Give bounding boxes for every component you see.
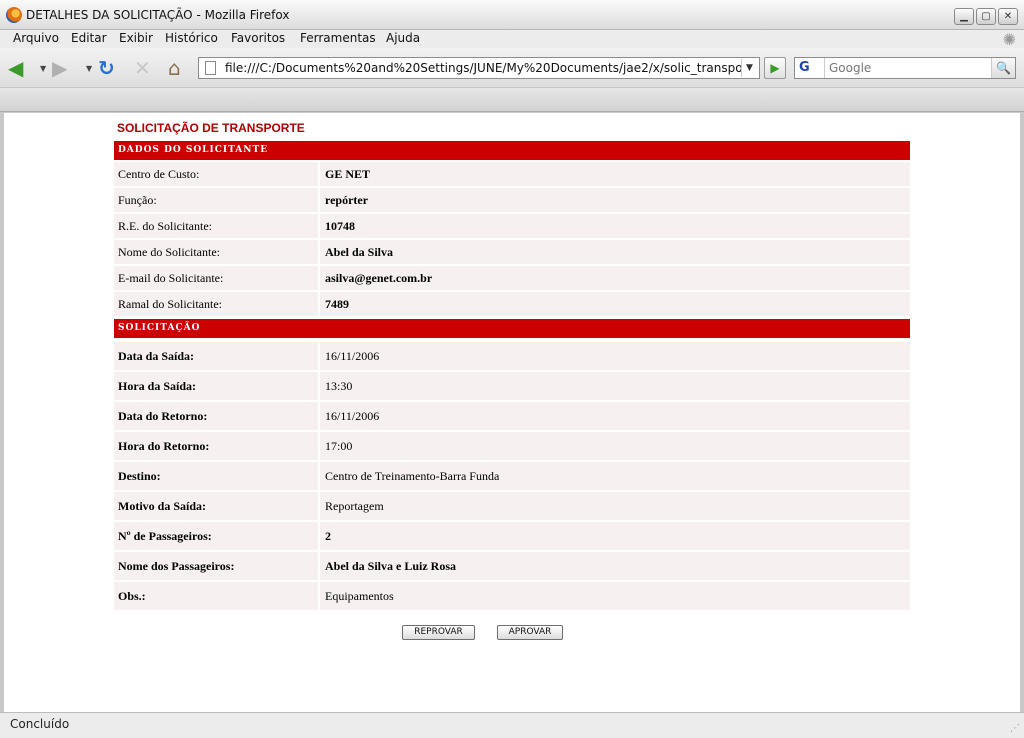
menu-exibir[interactable]: Exibir [119, 31, 153, 45]
field-label: Obs.: [114, 582, 320, 610]
back-icon[interactable]: ◀ [8, 56, 23, 80]
menu-favoritos[interactable]: Favoritos [231, 31, 285, 45]
field-value: Equipamentos [320, 582, 910, 610]
stop-icon[interactable]: ✕ [134, 56, 151, 80]
field-value: 16/11/2006 [320, 342, 910, 370]
section-header-request: SOLICITAÇÃO [114, 319, 910, 338]
field-label: Data da Saída: [114, 342, 320, 370]
menu-arquivo[interactable]: Arquivo [13, 31, 59, 45]
menu-bar: Arquivo Editar Exibir Histórico Favorito… [0, 30, 1024, 49]
table-row: Obs.: Equipamentos [114, 582, 910, 610]
home-icon[interactable]: ⌂ [168, 56, 181, 80]
reload-icon[interactable]: ↻ [98, 56, 115, 80]
section-header-label: SOLICITAÇÃO [118, 323, 201, 333]
field-label: Função: [114, 188, 320, 212]
field-label: Nome dos Passageiros: [114, 552, 320, 580]
field-label: Hora do Retorno: [114, 432, 320, 460]
field-value: repórter [320, 188, 910, 212]
table-row: Função: repórter [114, 188, 910, 212]
throbber-icon: ✺ [1002, 30, 1016, 49]
table-row: Motivo da Saída: Reportagem [114, 492, 910, 520]
search-input[interactable]: Google [829, 61, 871, 75]
field-label: Data do Retorno: [114, 402, 320, 430]
table-row: E-mail do Solicitante: asilva@genet.com.… [114, 266, 910, 290]
section-header-label: DADOS DO SOLICITANTE [118, 145, 269, 155]
field-value: 7489 [320, 292, 910, 316]
page-icon [205, 61, 216, 75]
back-history-dropdown-icon[interactable]: ▼ [40, 64, 46, 73]
field-value: 16/11/2006 [320, 402, 910, 430]
field-value: 17:00 [320, 432, 910, 460]
forward-icon[interactable]: ▶ [52, 56, 67, 80]
approve-button[interactable]: APROVAR [497, 625, 563, 640]
page-content: SOLICITAÇÃO DE TRANSPORTE DADOS DO SOLIC… [4, 113, 1020, 712]
search-icon[interactable]: 🔍 [991, 58, 1015, 78]
forward-history-dropdown-icon[interactable]: ▼ [86, 64, 92, 73]
field-value: 2 [320, 522, 910, 550]
field-value: Abel da Silva [320, 240, 910, 264]
section-header-requester: DADOS DO SOLICITANTE [114, 141, 910, 160]
table-row: Hora da Saída: 13:30 [114, 372, 910, 400]
field-value: Reportagem [320, 492, 910, 520]
table-row: Data do Retorno: 16/11/2006 [114, 402, 910, 430]
field-label: Ramal do Solicitante: [114, 292, 320, 316]
window-title: DETALHES DA SOLICITAÇÃO - Mozilla Firefo… [26, 8, 290, 22]
field-value: 13:30 [320, 372, 910, 400]
table-row: Nome dos Passageiros: Abel da Silva e Lu… [114, 552, 910, 580]
search-bar[interactable]: G Google 🔍 [794, 57, 1016, 79]
url-dropdown-icon[interactable]: ▼ [741, 59, 757, 77]
field-label: Destino: [114, 462, 320, 490]
table-row: Hora do Retorno: 17:00 [114, 432, 910, 460]
table-row: Centro de Custo: GE NET [114, 162, 910, 186]
window-titlebar: DETALHES DA SOLICITAÇÃO - Mozilla Firefo… [0, 0, 1024, 30]
status-text: Concluído [10, 717, 70, 731]
field-label: Centro de Custo: [114, 162, 320, 186]
menu-ferramentas[interactable]: Ferramentas [300, 31, 376, 45]
field-label: R.E. do Solicitante: [114, 214, 320, 238]
table-row: Data da Saída: 16/11/2006 [114, 342, 910, 370]
field-value: asilva@genet.com.br [320, 266, 910, 290]
window-controls: ▁ ▢ ✕ [954, 8, 1018, 25]
table-row: R.E. do Solicitante: 10748 [114, 214, 910, 238]
field-value: GE NET [320, 162, 910, 186]
go-button[interactable]: ▶ [764, 57, 786, 79]
menu-ajuda[interactable]: Ajuda [386, 31, 420, 45]
page-title: SOLICITAÇÃO DE TRANSPORTE [117, 121, 305, 135]
table-row: Ramal do Solicitante: 7489 [114, 292, 910, 316]
url-bar[interactable]: file:///C:/Documents%20and%20Settings/JU… [198, 57, 760, 79]
menu-historico[interactable]: Histórico [165, 31, 218, 45]
field-value: Centro de Treinamento-Barra Funda [320, 462, 910, 490]
firefox-icon [6, 7, 22, 23]
navigation-toolbar: ◀ ▼ ▶ ▼ ↻ ✕ ⌂ file:///C:/Documents%20and… [0, 48, 1024, 88]
field-label: Hora da Saída: [114, 372, 320, 400]
menu-editar[interactable]: Editar [71, 31, 107, 45]
minimize-button[interactable]: ▁ [954, 8, 974, 25]
bookmarks-toolbar [0, 88, 1024, 112]
status-bar: Concluído ⋰ [0, 712, 1024, 738]
table-row: Destino: Centro de Treinamento-Barra Fun… [114, 462, 910, 490]
maximize-button[interactable]: ▢ [976, 8, 996, 25]
url-text[interactable]: file:///C:/Documents%20and%20Settings/JU… [225, 61, 741, 75]
field-label: Motivo da Saída: [114, 492, 320, 520]
field-label: Nome do Solicitante: [114, 240, 320, 264]
close-window-button[interactable]: ✕ [998, 8, 1018, 25]
field-value: Abel da Silva e Luiz Rosa [320, 552, 910, 580]
field-label: Nº de Passageiros: [114, 522, 320, 550]
reject-button[interactable]: REPROVAR [402, 625, 475, 640]
search-engine-icon[interactable]: G [795, 58, 825, 78]
table-row: Nome do Solicitante: Abel da Silva [114, 240, 910, 264]
table-row: Nº de Passageiros: 2 [114, 522, 910, 550]
resize-grip-icon[interactable]: ⋰ [1010, 723, 1020, 734]
field-label: E-mail do Solicitante: [114, 266, 320, 290]
field-value: 10748 [320, 214, 910, 238]
